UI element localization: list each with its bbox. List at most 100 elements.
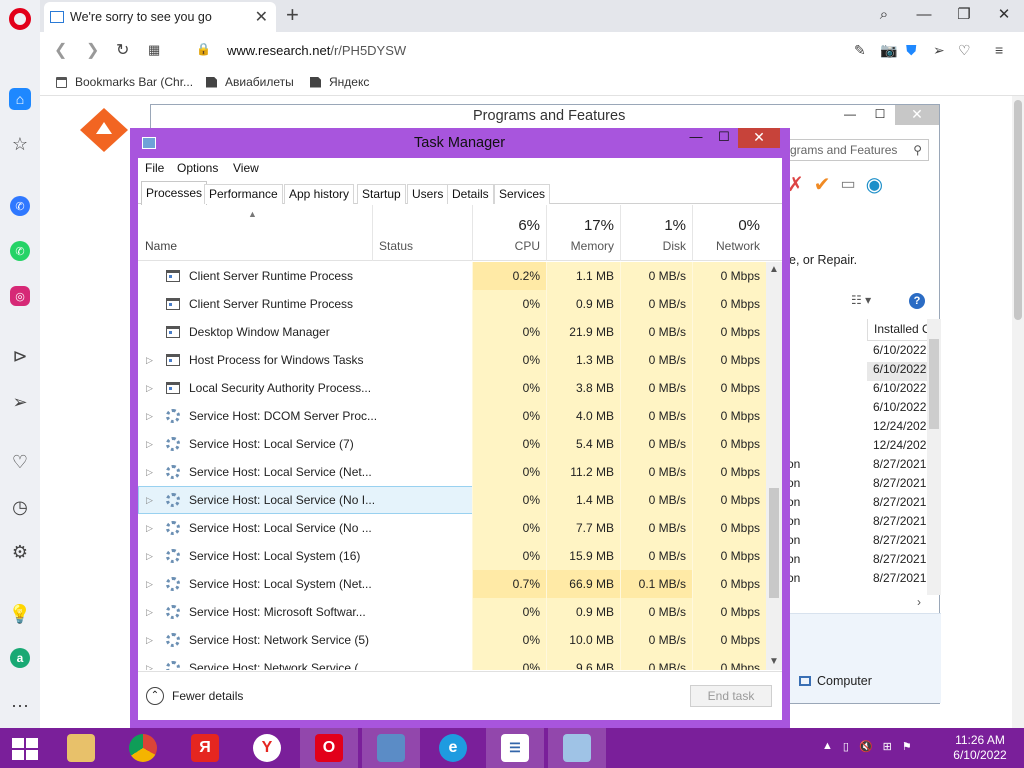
list-item[interactable]: 8/27/2021	[867, 495, 927, 514]
lightbulb-icon[interactable]: 💡	[8, 602, 32, 626]
table-row[interactable]: ▷ Service Host: Network Service (... 0% 9.6…	[138, 654, 766, 670]
tab-app-history[interactable]: App history	[284, 184, 355, 204]
list-item[interactable]: 8/27/2021	[867, 533, 927, 552]
menu-file[interactable]: File	[145, 161, 164, 175]
expand-chevron-icon[interactable]: ▷	[146, 430, 158, 458]
expand-chevron-icon[interactable]: ▷	[146, 598, 158, 626]
expand-chevron-icon[interactable]: ▷	[146, 458, 158, 486]
list-item[interactable]: 12/24/2021	[867, 438, 927, 457]
close-icon[interactable]: ✕	[895, 105, 939, 125]
programs-scrollbar[interactable]	[927, 319, 941, 595]
table-row[interactable]: ▷ Service Host: DCOM Server Proc... 0% 4.0 …	[138, 402, 766, 430]
search-input[interactable]: grams and Features ⚲	[783, 139, 929, 161]
minimize-icon[interactable]: —	[904, 0, 944, 32]
name-column-header[interactable]: ▲ Name	[138, 205, 372, 261]
table-row[interactable]: ▷ Local Security Authority Process... 0% 3.…	[138, 374, 766, 402]
control-panel-icon[interactable]	[362, 728, 420, 768]
bookmark-yandex[interactable]: Яндекс	[310, 75, 369, 89]
scroll-down-icon[interactable]: ▼	[766, 654, 782, 670]
menu-options[interactable]: Options	[177, 161, 218, 175]
volume-muted-icon[interactable]: 🔇	[859, 740, 873, 753]
messenger-icon[interactable]: ✆	[10, 196, 30, 216]
table-row[interactable]: ▷ Service Host: Microsoft Softwar... 0% 0.9…	[138, 598, 766, 626]
show-hidden-icons-icon[interactable]: ▲	[822, 740, 833, 753]
home-icon[interactable]: ⌂	[9, 88, 31, 110]
camera-icon[interactable]: 📷	[880, 42, 897, 59]
card-icon[interactable]: ▭	[841, 174, 856, 194]
status-column-header[interactable]: Status	[372, 205, 472, 261]
reload-icon[interactable]: ↻	[116, 40, 129, 60]
bookmark-aviabilety[interactable]: Авиабилеты	[206, 75, 294, 89]
minimize-icon[interactable]: —	[682, 128, 710, 148]
clock[interactable]: 11:26 AM 6/10/2022	[950, 733, 1010, 763]
heart-icon[interactable]: ♡	[8, 450, 32, 474]
close-tab-icon[interactable]: ✕	[255, 7, 268, 27]
speed-dial-icon[interactable]: ▦	[148, 42, 160, 58]
table-row[interactable]: ▷ Service Host: Local System (16) 0% 15.9 M…	[138, 542, 766, 570]
forward-icon[interactable]: ❯	[86, 40, 99, 60]
tab-performance[interactable]: Performance	[204, 184, 283, 204]
whatsapp-icon[interactable]: ✆	[10, 241, 30, 261]
views-icon[interactable]: ☷ ▾	[851, 293, 871, 307]
table-row[interactable]: ▷ Service Host: Network Service (5) 0% 10.0…	[138, 626, 766, 654]
task-manager-titlebar[interactable]: Task Manager — ☐ ✕	[130, 128, 790, 158]
expand-chevron-icon[interactable]: ▷	[146, 346, 158, 374]
scroll-thumb[interactable]	[769, 488, 779, 598]
action-center-icon[interactable]: ⚑	[902, 740, 912, 753]
tablet-icon[interactable]: ▯	[843, 740, 849, 753]
process-list-scrollbar[interactable]: ▲ ▼	[766, 262, 782, 670]
expand-chevron-icon[interactable]: ▷	[146, 486, 158, 514]
more-icon[interactable]: ⋯	[8, 694, 32, 718]
maximize-icon[interactable]: ☐	[865, 105, 895, 125]
table-row[interactable]: ▷ Host Process for Windows Tasks 0% 1.3 MB 0…	[138, 346, 766, 374]
scroll-up-icon[interactable]: ▲	[766, 262, 782, 278]
browser-tab[interactable]: We're sorry to see you go ✕	[44, 2, 276, 32]
maximize-icon[interactable]: ☐	[710, 128, 738, 148]
shield-icon[interactable]: ⛊	[906, 42, 917, 59]
table-row[interactable]: Client Server Runtime Process 0% 0.9 MB 0 M…	[138, 290, 766, 318]
expand-chevron-icon[interactable]: ▷	[146, 374, 158, 402]
table-row[interactable]: ▷ Service Host: Local System (Net... 0.7% 6…	[138, 570, 766, 598]
help-icon[interactable]: ?	[909, 293, 925, 309]
list-item[interactable]: 6/10/2022	[867, 400, 927, 419]
search-tabs-icon[interactable]: ⌕	[864, 0, 904, 32]
expand-chevron-icon[interactable]: ▷	[146, 654, 158, 670]
table-row[interactable]: ▷ Service Host: Local Service (Net... 0% 11…	[138, 458, 766, 486]
list-item[interactable]: 6/10/2022	[867, 381, 927, 400]
opera-icon[interactable]: O	[300, 728, 358, 768]
memory-column-header[interactable]: 17% Memory	[546, 205, 620, 261]
close-icon[interactable]: ✕	[738, 128, 780, 148]
chrome-icon[interactable]	[114, 728, 172, 768]
history-icon[interactable]: ◷	[8, 495, 32, 519]
cpu-column-header[interactable]: 6% CPU	[472, 205, 546, 261]
restore-icon[interactable]: ❐	[944, 0, 984, 32]
new-tab-icon[interactable]: +	[286, 2, 299, 28]
end-task-button[interactable]: End task	[690, 685, 772, 707]
programs-features-titlebar[interactable]: Programs and Features — ☐ ✕	[151, 105, 939, 129]
horizontal-scrollbar[interactable]: ›	[787, 595, 941, 611]
settings-gear-icon[interactable]: ⚙	[8, 540, 32, 564]
fewer-details-button[interactable]: ⌃ Fewer details	[146, 687, 243, 705]
expand-chevron-icon[interactable]: ▷	[146, 514, 158, 542]
player-icon[interactable]: ⊳	[8, 344, 32, 368]
url-field[interactable]: www.research.net/r/PH5DYSW	[227, 43, 406, 58]
tab-processes[interactable]: Processes	[141, 181, 208, 205]
list-item[interactable]: 8/27/2021	[867, 476, 927, 495]
favorite-heart-icon[interactable]: ♡	[958, 42, 971, 59]
list-item[interactable]: 12/24/2021	[867, 419, 927, 438]
network-column-header[interactable]: 0% Network	[692, 205, 766, 261]
yandex-icon[interactable]: Я	[176, 728, 234, 768]
expand-chevron-icon[interactable]: ▷	[146, 626, 158, 654]
close-window-icon[interactable]: ✕	[984, 0, 1024, 32]
tab-details[interactable]: Details	[447, 184, 494, 204]
table-row[interactable]: ▷ Service Host: Local Service (No I... 0% 1…	[138, 486, 766, 514]
expand-chevron-icon[interactable]: ▷	[146, 402, 158, 430]
expand-chevron-icon[interactable]: ▷	[146, 570, 158, 598]
easy-setup-icon[interactable]: ≡	[995, 42, 1003, 58]
table-row[interactable]: ▷ Service Host: Local Service (7) 0% 5.4 MB…	[138, 430, 766, 458]
page-scrollbar[interactable]	[1012, 96, 1024, 728]
aria-icon[interactable]: a	[10, 648, 30, 668]
task-manager-taskbar-icon[interactable]	[548, 728, 606, 768]
checkmark-icon[interactable]: ✔	[814, 172, 831, 197]
share-icon[interactable]: ➢	[933, 42, 945, 59]
